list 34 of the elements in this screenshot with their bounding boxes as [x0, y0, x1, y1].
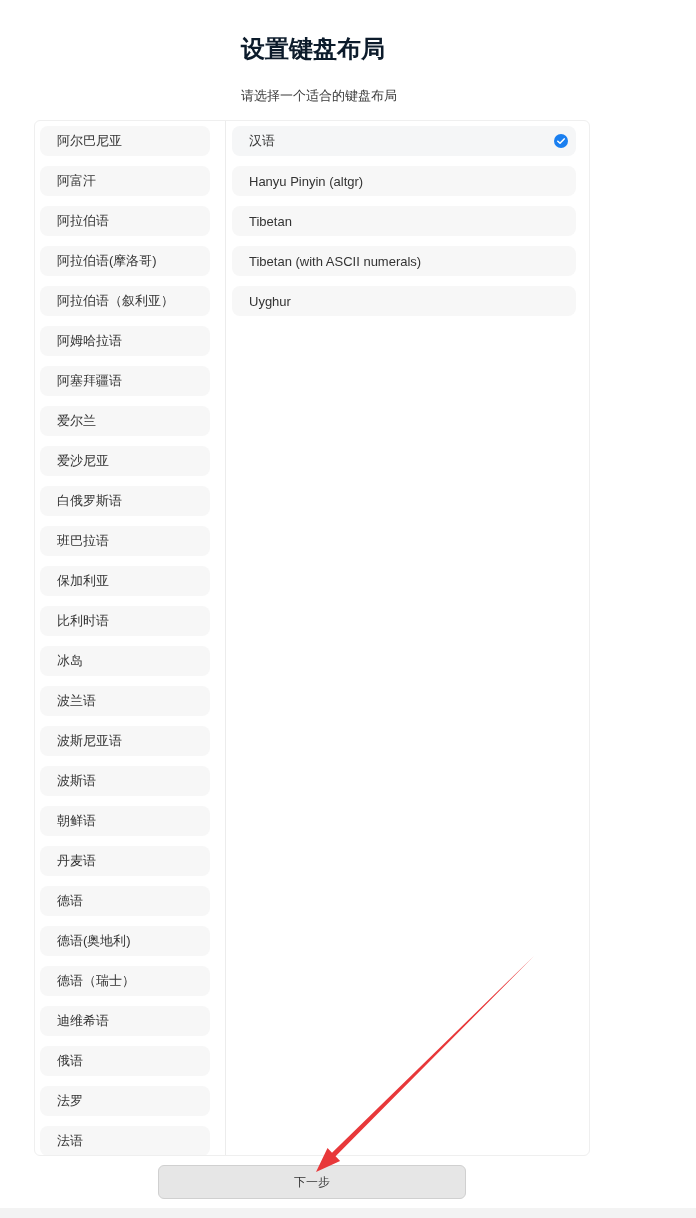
- language-item[interactable]: 阿拉伯语(摩洛哥): [40, 246, 210, 276]
- language-item[interactable]: 白俄罗斯语: [40, 486, 210, 516]
- layout-item[interactable]: Hanyu Pinyin (altgr): [232, 166, 576, 196]
- language-item[interactable]: 爱尔兰: [40, 406, 210, 436]
- language-item[interactable]: 迪维希语: [40, 1006, 210, 1036]
- language-item[interactable]: 阿拉伯语（叙利亚）: [40, 286, 210, 316]
- layout-item[interactable]: Uyghur: [232, 286, 576, 316]
- language-item[interactable]: 波兰语: [40, 686, 210, 716]
- language-item[interactable]: 法罗: [40, 1086, 210, 1116]
- language-item[interactable]: 德语（瑞士）: [40, 966, 210, 996]
- layout-item[interactable]: 汉语: [232, 126, 576, 156]
- language-item[interactable]: 班巴拉语: [40, 526, 210, 556]
- language-item[interactable]: 保加利亚: [40, 566, 210, 596]
- language-item[interactable]: 阿拉伯语: [40, 206, 210, 236]
- language-item[interactable]: 朝鲜语: [40, 806, 210, 836]
- language-item[interactable]: 阿富汗: [40, 166, 210, 196]
- layout-item[interactable]: Tibetan (with ASCII numerals): [232, 246, 576, 276]
- language-item[interactable]: 法语: [40, 1126, 210, 1155]
- language-item[interactable]: 德语(奥地利): [40, 926, 210, 956]
- layout-item[interactable]: Tibetan: [232, 206, 576, 236]
- language-item[interactable]: 俄语: [40, 1046, 210, 1076]
- language-item[interactable]: 阿尔巴尼亚: [40, 126, 210, 156]
- language-item[interactable]: 比利时语: [40, 606, 210, 636]
- language-item[interactable]: 爱沙尼亚: [40, 446, 210, 476]
- language-item[interactable]: 丹麦语: [40, 846, 210, 876]
- language-item[interactable]: 德语: [40, 886, 210, 916]
- language-item[interactable]: 阿姆哈拉语: [40, 326, 210, 356]
- language-item[interactable]: 冰岛: [40, 646, 210, 676]
- language-item[interactable]: 波斯尼亚语: [40, 726, 210, 756]
- page-subtitle: 请选择一个适合的键盘布局: [241, 87, 397, 105]
- next-button[interactable]: 下一步: [158, 1165, 466, 1199]
- page-title: 设置键盘布局: [241, 34, 385, 64]
- language-item[interactable]: 阿塞拜疆语: [40, 366, 210, 396]
- language-item[interactable]: 波斯语: [40, 766, 210, 796]
